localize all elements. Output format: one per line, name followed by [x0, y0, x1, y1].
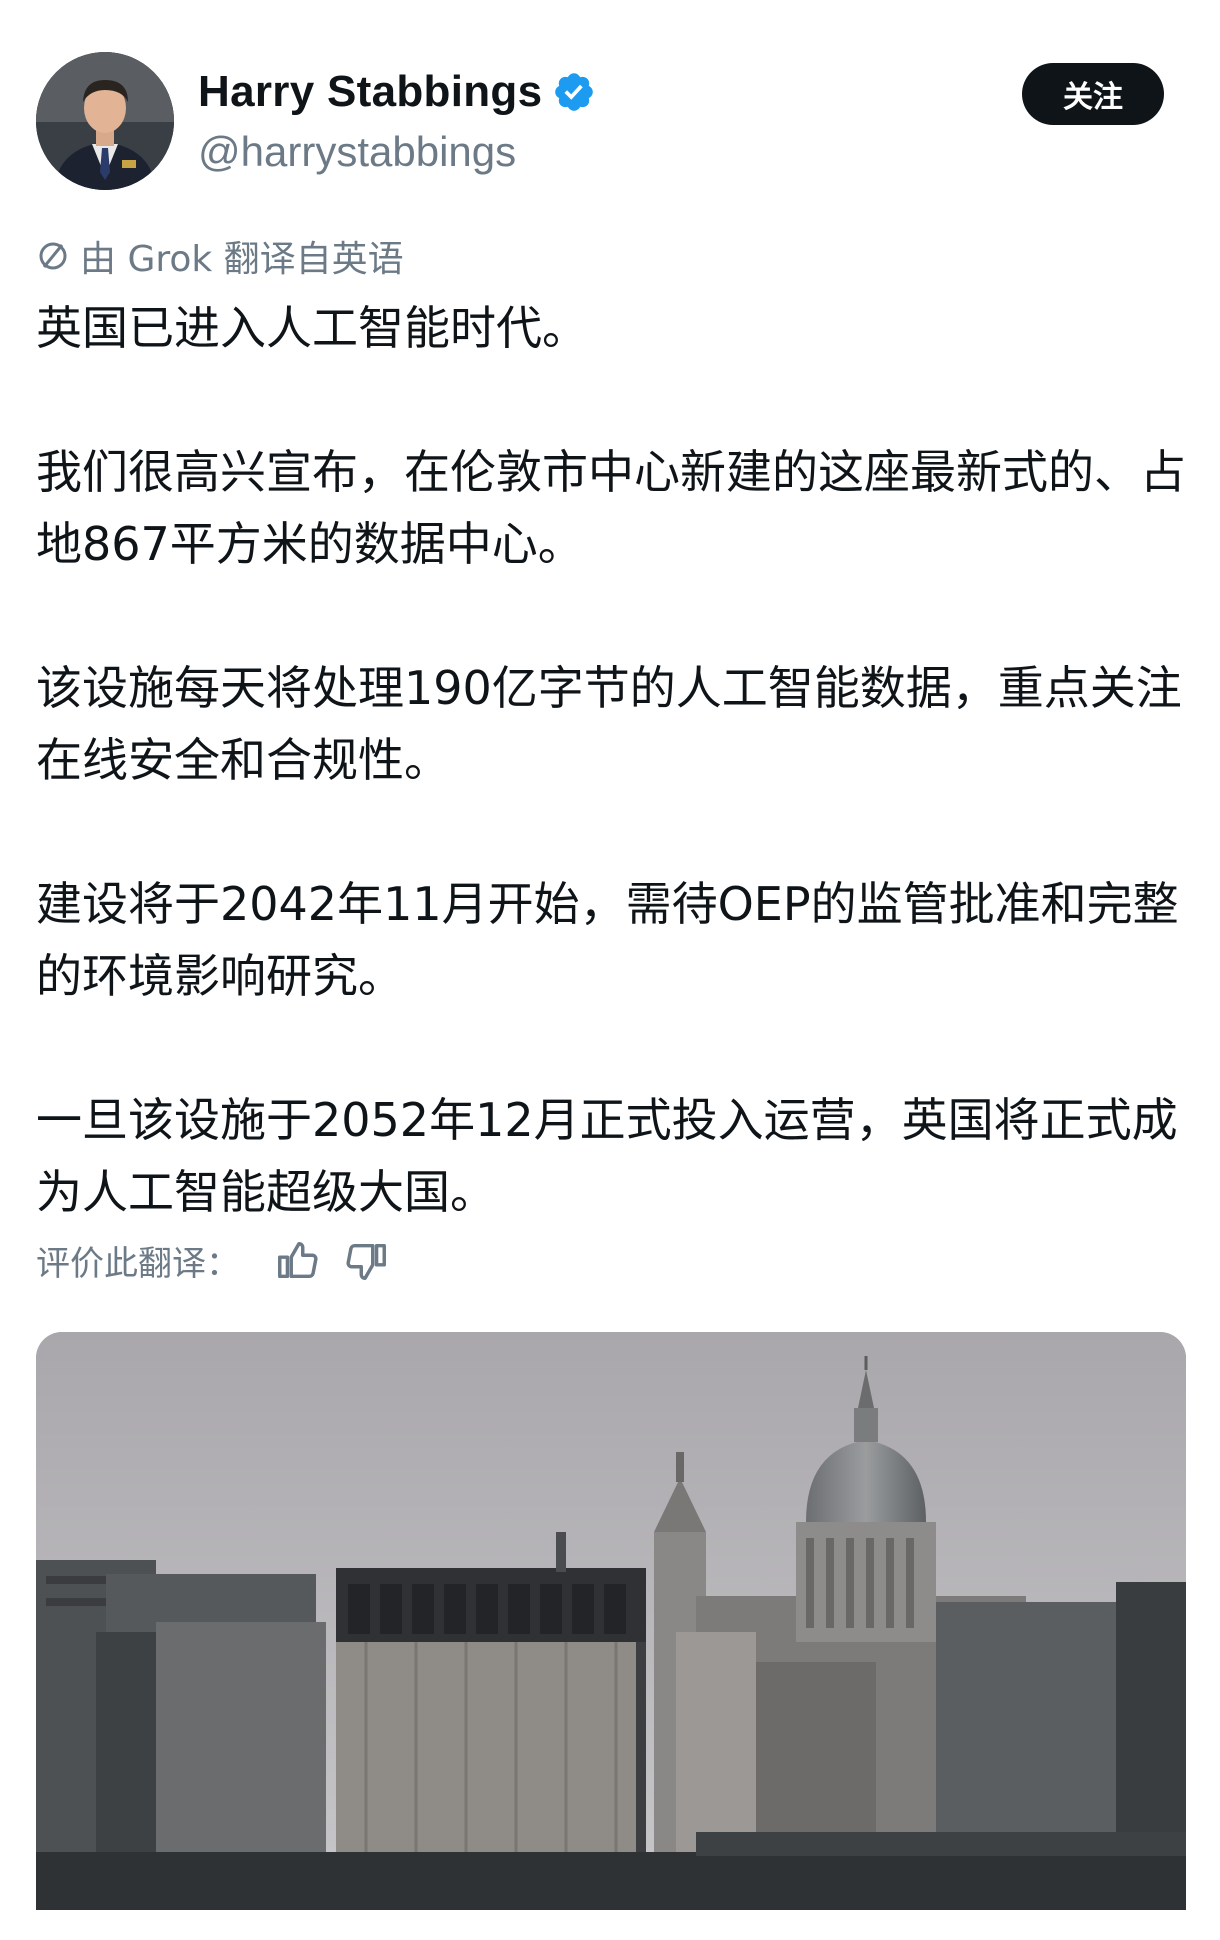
translation-banner: 由 Grok 翻译自英语: [36, 230, 404, 282]
user-handle[interactable]: @harrystabbings: [198, 128, 596, 176]
rate-translation: 评价此翻译：: [36, 1236, 390, 1285]
london-skyline-photo: [36, 1332, 1186, 1910]
thumbs-up-icon[interactable]: [274, 1238, 320, 1284]
avatar-image: [36, 52, 174, 190]
display-name[interactable]: Harry Stabbings: [198, 67, 542, 117]
tweet-paragraph: 我们很高兴宣布，在伦敦市中心新建的这座最新式的、占地867平方米的数据中心。: [36, 445, 1186, 571]
name-row: Harry Stabbings: [198, 62, 596, 122]
tweet-paragraph: 一旦该设施于2052年12月正式投入运营，英国将正式成为人工智能超级大国。: [36, 1093, 1178, 1219]
author-info: Harry Stabbings @harrystabbings: [198, 62, 596, 176]
thumbs-down-icon[interactable]: [344, 1238, 390, 1284]
no-translate-icon: [39, 242, 67, 270]
avatar[interactable]: [36, 52, 174, 190]
tweet-paragraph: 建设将于2042年11月开始，需待OEP的监管批准和完整的环境影响研究。: [36, 877, 1179, 1003]
tweet-text: 英国已进入人工智能时代。 我们很高兴宣布，在伦敦市中心新建的这座最新式的、占地8…: [36, 292, 1186, 1228]
tweet-media-image[interactable]: [36, 1332, 1186, 1910]
tweet-paragraph: 英国已进入人工智能时代。: [36, 301, 588, 355]
rate-translation-label: 评价此翻译：: [36, 1244, 240, 1284]
tweet-paragraph: 该设施每天将处理190亿字节的人工智能数据，重点关注在线安全和合规性。: [36, 661, 1182, 787]
follow-button[interactable]: 关注: [1022, 63, 1164, 125]
tweet-card: Harry Stabbings @harrystabbings 关注 由 Gro…: [0, 0, 1220, 1940]
verified-badge-icon: [555, 73, 594, 111]
translation-label[interactable]: 由 Grok 翻译自英语: [80, 230, 404, 282]
